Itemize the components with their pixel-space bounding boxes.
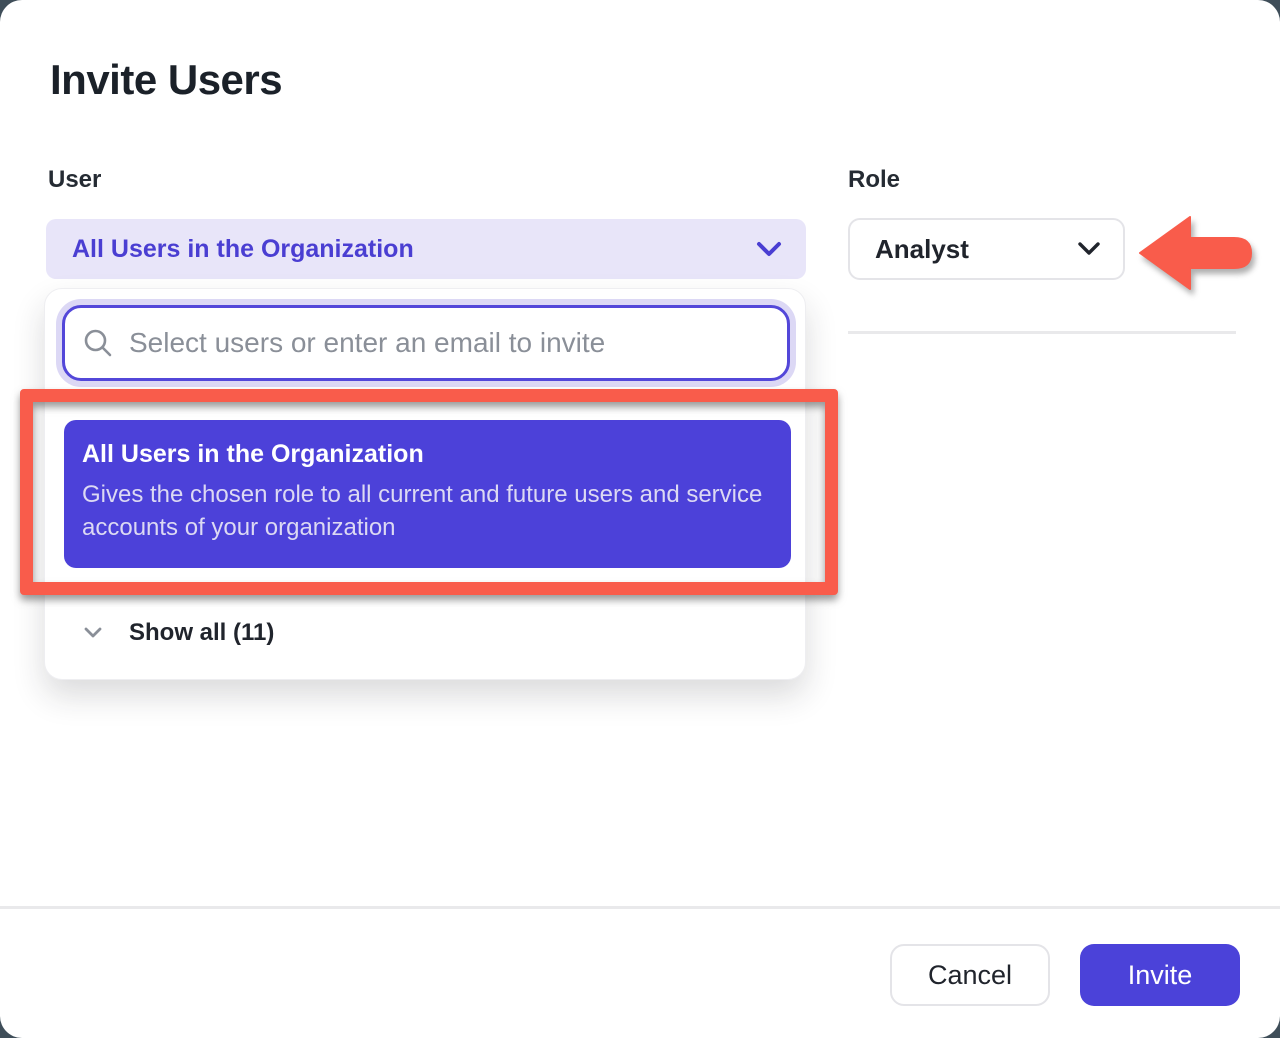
role-select-value: Analyst bbox=[875, 234, 1077, 265]
option-all-users-description: Gives the chosen role to all current and… bbox=[82, 478, 771, 544]
user-search-box[interactable] bbox=[62, 305, 790, 381]
user-dropdown-panel: All Users in the Organization Gives the … bbox=[44, 288, 806, 680]
user-field-label: User bbox=[48, 166, 101, 194]
invite-button[interactable]: Invite bbox=[1080, 944, 1240, 1006]
show-all-label: Show all (11) bbox=[129, 619, 274, 647]
user-select-value: All Users in the Organization bbox=[72, 235, 756, 264]
option-all-users[interactable]: All Users in the Organization Gives the … bbox=[64, 420, 791, 568]
invite-users-dialog: Invite Users User All Users in the Organ… bbox=[0, 0, 1280, 1038]
footer-divider bbox=[0, 906, 1280, 909]
user-select[interactable]: All Users in the Organization bbox=[46, 219, 806, 279]
option-all-users-title: All Users in the Organization bbox=[82, 440, 771, 469]
chevron-down-icon bbox=[83, 626, 103, 640]
cancel-button[interactable]: Cancel bbox=[890, 944, 1050, 1006]
red-arrow-annotation-icon bbox=[1138, 212, 1252, 294]
page-title: Invite Users bbox=[50, 56, 282, 104]
role-section-divider bbox=[848, 331, 1236, 334]
user-search-input[interactable] bbox=[129, 327, 767, 359]
role-field-label: Role bbox=[848, 166, 900, 194]
chevron-down-icon bbox=[1077, 241, 1101, 257]
chevron-down-icon bbox=[756, 240, 782, 258]
search-icon bbox=[83, 328, 113, 358]
show-all-toggle[interactable]: Show all (11) bbox=[45, 609, 805, 657]
role-select[interactable]: Analyst bbox=[848, 218, 1125, 280]
